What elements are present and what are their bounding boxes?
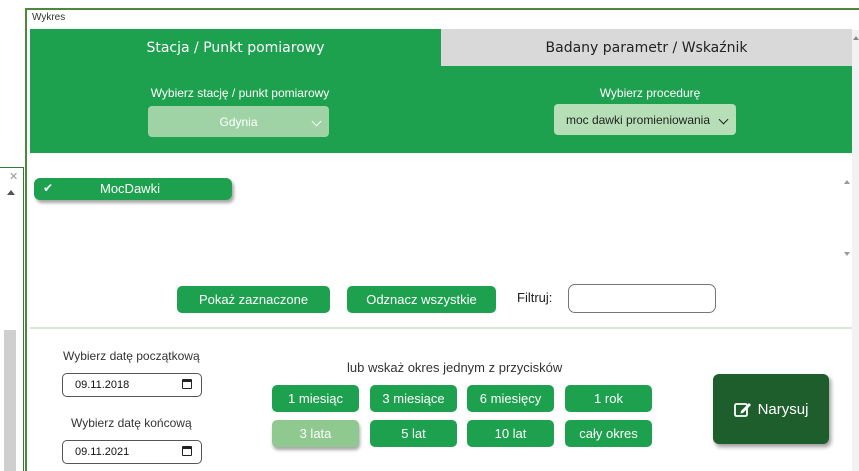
section-divider (30, 327, 852, 329)
start-date-input[interactable]: 09.11.2018 (62, 373, 202, 397)
period-6-months-button[interactable]: 6 miesięcy (467, 385, 554, 412)
procedure-select-value: moc dawki promieniowania (565, 112, 711, 127)
station-label: Wybierz stację / punkt pomiarowy (150, 86, 330, 100)
period-5-years-button[interactable]: 5 lat (370, 420, 457, 447)
check-icon: ✔ (43, 181, 54, 195)
main-scrollbar[interactable] (852, 30, 859, 471)
draw-button-label: Narysuj (757, 400, 809, 418)
chevron-down-icon (718, 114, 729, 125)
window-title: Wykres (32, 12, 66, 23)
end-date-input[interactable]: 09.11.2021 (62, 440, 202, 464)
tab-parameter[interactable]: Badany parametr / Wskaźnik (441, 29, 852, 66)
tab-station[interactable]: Stacja / Punkt pomiarowy (30, 29, 441, 66)
series-item-label: MocDawki (100, 181, 160, 196)
procedure-label: Wybierz procedurę (599, 86, 701, 100)
close-icon[interactable]: ✕ (9, 170, 18, 183)
period-10-years-button[interactable]: 10 lat (467, 420, 554, 447)
list-scroll-up-icon[interactable] (844, 180, 850, 184)
calendar-icon[interactable] (182, 446, 192, 456)
uncheck-all-button[interactable]: Odznacz wszystkie (347, 286, 496, 313)
chevron-down-icon (311, 116, 322, 127)
draw-button[interactable]: Narysuj (713, 374, 829, 444)
period-label: lub wskaż okres jednym z przycisków (347, 360, 563, 375)
period-3-years-button[interactable]: 3 lata (272, 420, 359, 447)
period-3-months-button[interactable]: 3 miesiące (370, 385, 457, 412)
series-item[interactable]: ✔ MocDawki (34, 178, 232, 200)
list-scroll-down-icon[interactable] (844, 252, 850, 256)
station-select[interactable]: Gdynia (148, 106, 329, 137)
filter-input[interactable] (568, 284, 716, 313)
scroll-up-arrow-icon[interactable] (853, 36, 859, 40)
calendar-icon[interactable] (182, 379, 192, 389)
period-1-year-button[interactable]: 1 rok (565, 385, 652, 412)
end-date-value: 09.11.2021 (75, 446, 130, 458)
filter-label: Filtruj: (517, 290, 553, 305)
procedure-select[interactable]: moc dawki promieniowania (554, 104, 736, 135)
period-1-month-button[interactable]: 1 miesiąc (272, 385, 359, 412)
show-selected-button[interactable]: Pokaż zaznaczone (177, 286, 330, 313)
period-all-button[interactable]: cały okres (565, 420, 652, 447)
scroll-up-arrow-icon[interactable] (7, 190, 15, 195)
start-date-label: Wybierz datę początkową (63, 349, 200, 363)
start-date-value: 09.11.2018 (75, 379, 130, 391)
station-select-value: Gdynia (219, 114, 258, 129)
side-scrollbar-thumb[interactable] (4, 330, 16, 471)
edit-icon (733, 403, 751, 417)
end-date-label: Wybierz datę końcową (71, 416, 192, 430)
